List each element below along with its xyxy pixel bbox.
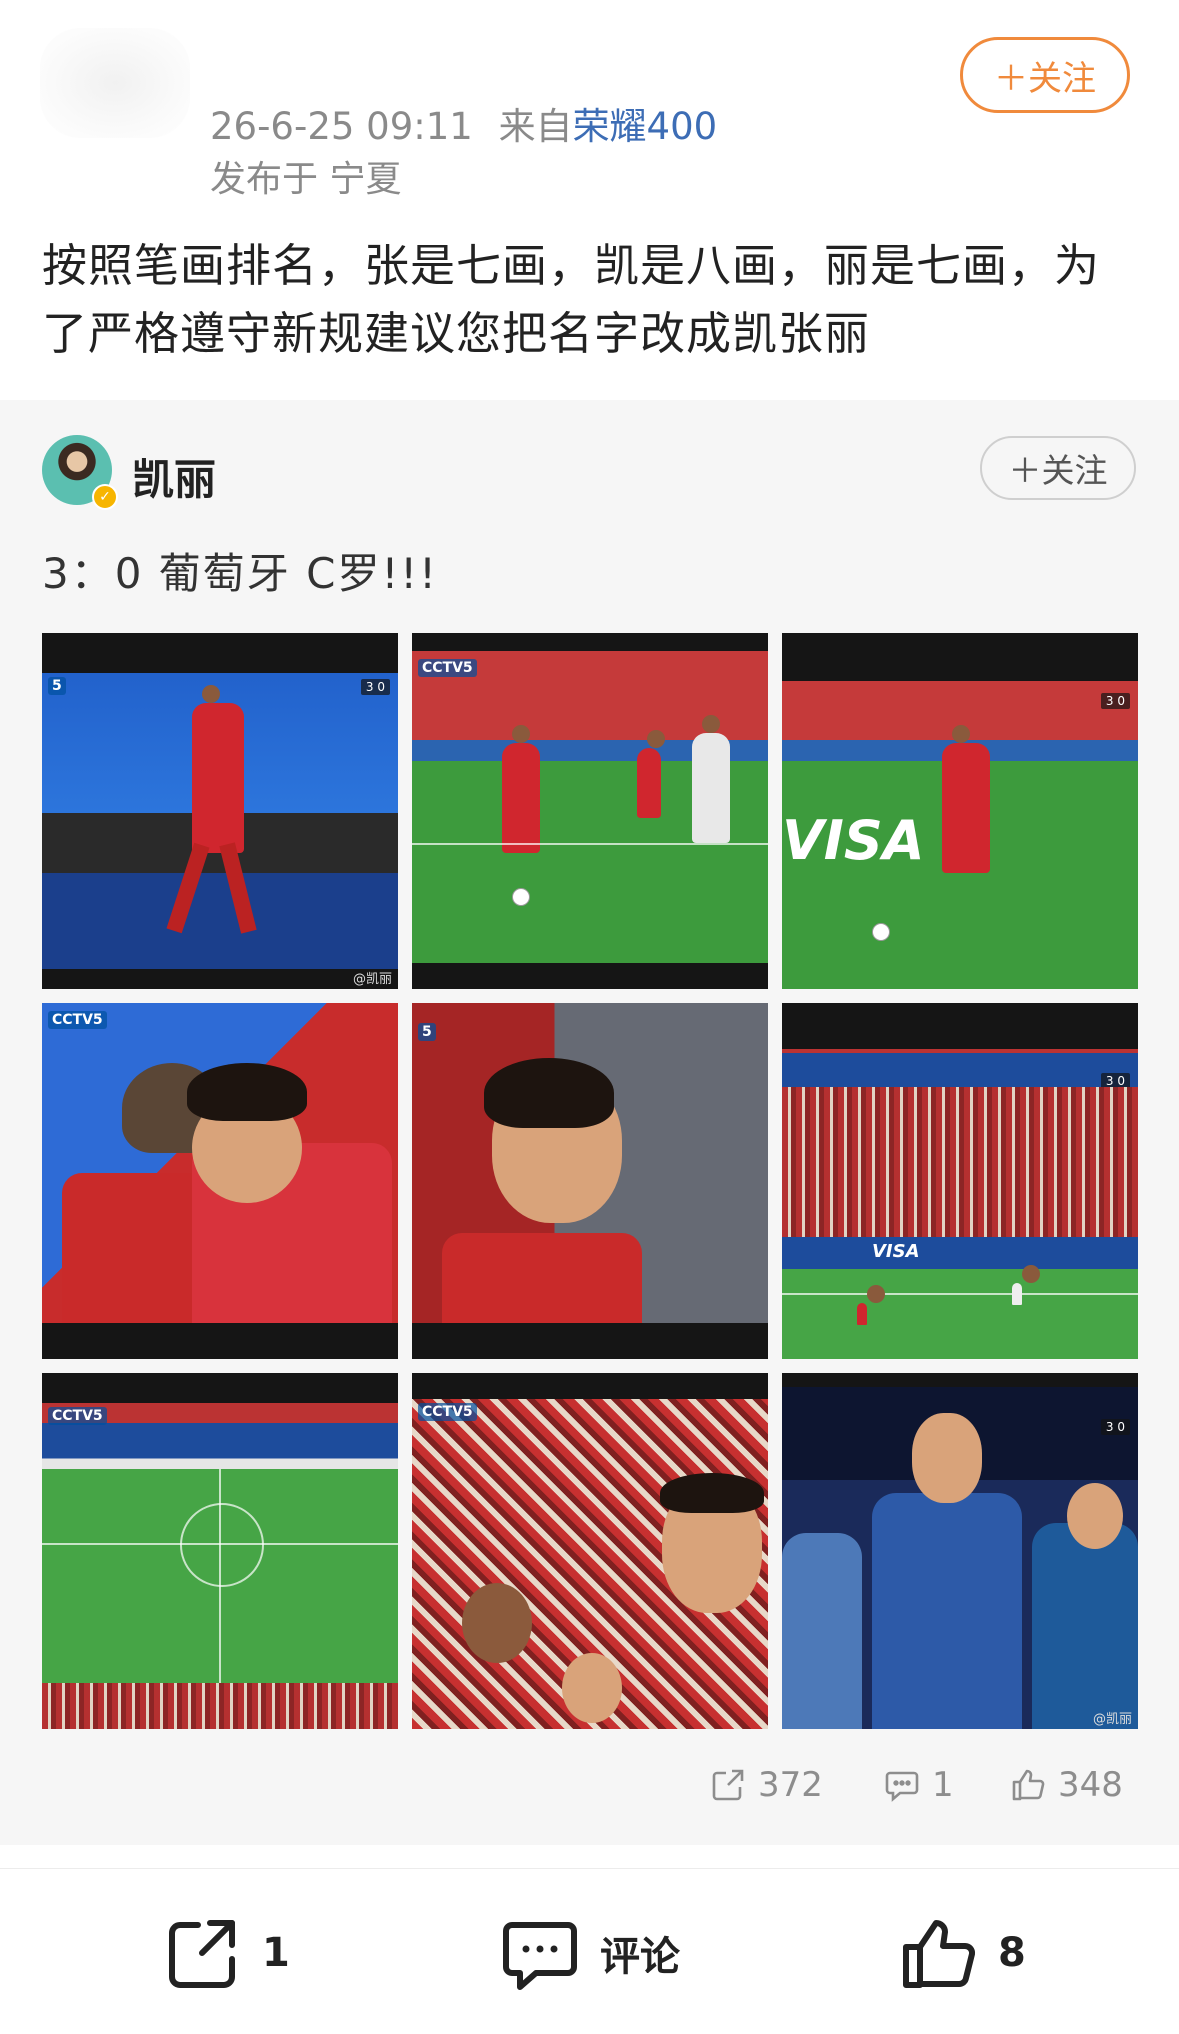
- post-header: 26-6-25 09:11 来自荣耀400 发布于 宁夏 ＋关注: [0, 0, 1179, 200]
- post-meta: 26-6-25 09:11 来自荣耀400: [210, 96, 717, 150]
- thumbs-up-icon: [1012, 1769, 1045, 1801]
- repost-button[interactable]: 1: [162, 1913, 290, 1993]
- post-device[interactable]: 荣耀400: [573, 105, 718, 148]
- grid-image-4[interactable]: CCTV5: [42, 1003, 398, 1359]
- grid-image-1[interactable]: 5 3 0 @凯丽: [42, 633, 398, 989]
- share-icon: [169, 1920, 235, 1988]
- author-avatar-blurred[interactable]: [40, 28, 190, 138]
- comment-icon: [503, 1922, 577, 1990]
- follow-button[interactable]: ＋关注: [960, 37, 1130, 113]
- grid-image-7[interactable]: CCTV5: [42, 1373, 398, 1729]
- repost-comment-count: 1: [932, 1765, 954, 1805]
- comment-button[interactable]: 评论: [500, 1913, 680, 1993]
- like-button[interactable]: 8: [898, 1913, 1026, 1993]
- grid-image-6[interactable]: 3 0 VISA: [782, 1003, 1138, 1359]
- score-overlay: 3 0: [360, 679, 390, 695]
- repost-comment-stat[interactable]: 1: [884, 1765, 954, 1805]
- channel-logo: CCTV5: [48, 1407, 107, 1425]
- grid-image-3[interactable]: 3 0 VISA: [782, 633, 1138, 989]
- grid-image-8[interactable]: CCTV5: [412, 1373, 768, 1729]
- channel-logo: 5: [418, 1023, 436, 1041]
- channel-logo: CCTV5: [418, 1403, 477, 1421]
- repost-author-name[interactable]: 凯丽: [132, 446, 216, 507]
- image-grid: 5 3 0 @凯丽 CCTV5 3 0 VISA CCTV5 5 3 0 VIS…: [42, 633, 1138, 1730]
- comment-icon: [885, 1771, 919, 1802]
- post-text: 按照笔画排名，张是七画，凯是八画，丽是七画，为了严格遵守新规建议您把名字改成凯张…: [42, 239, 1101, 360]
- thumbs-up-icon: [903, 1920, 976, 1988]
- verified-badge-icon: ✓: [92, 484, 118, 510]
- repost-share-stat[interactable]: 372: [710, 1765, 823, 1805]
- repost-like-stat[interactable]: 348: [1010, 1765, 1123, 1805]
- channel-logo: CCTV5: [418, 659, 477, 677]
- repost-card[interactable]: ✓ 凯丽 ＋关注 3：0 葡萄牙 C罗!!! 5 3 0 @凯丽 CCTV5 3…: [0, 400, 1179, 1845]
- image-watermark: @凯丽: [1092, 1712, 1132, 1727]
- share-icon: [712, 1769, 744, 1801]
- score-overlay: 3 0: [1100, 693, 1130, 709]
- channel-logo: CCTV5: [48, 1011, 107, 1029]
- image-watermark: @凯丽: [352, 972, 392, 987]
- repost-share-count: 372: [758, 1765, 823, 1805]
- score-overlay: 3 0: [1100, 1419, 1130, 1435]
- channel-logo: 5: [48, 677, 66, 695]
- repost-text: 3：0 葡萄牙 C罗!!!: [42, 549, 438, 598]
- repost-like-count: 348: [1058, 1765, 1123, 1805]
- repost-follow-button[interactable]: ＋关注: [980, 436, 1136, 500]
- post-source-prefix: 来自: [498, 105, 573, 148]
- post-time: 26-6-25 09:11: [210, 105, 473, 148]
- repost-stats: 372 1 348: [0, 1765, 1179, 1815]
- like-count: 8: [998, 1930, 1026, 1976]
- comment-label: 评论: [600, 1934, 680, 1980]
- grid-image-9[interactable]: 3 0 @凯丽: [782, 1373, 1138, 1729]
- bottom-action-bar: 1 评论 8: [0, 1868, 1179, 2034]
- grid-image-2[interactable]: CCTV5: [412, 633, 768, 989]
- repost-count: 1: [262, 1930, 290, 1976]
- post-location: 发布于 宁夏: [210, 159, 402, 200]
- grid-image-5[interactable]: 5: [412, 1003, 768, 1359]
